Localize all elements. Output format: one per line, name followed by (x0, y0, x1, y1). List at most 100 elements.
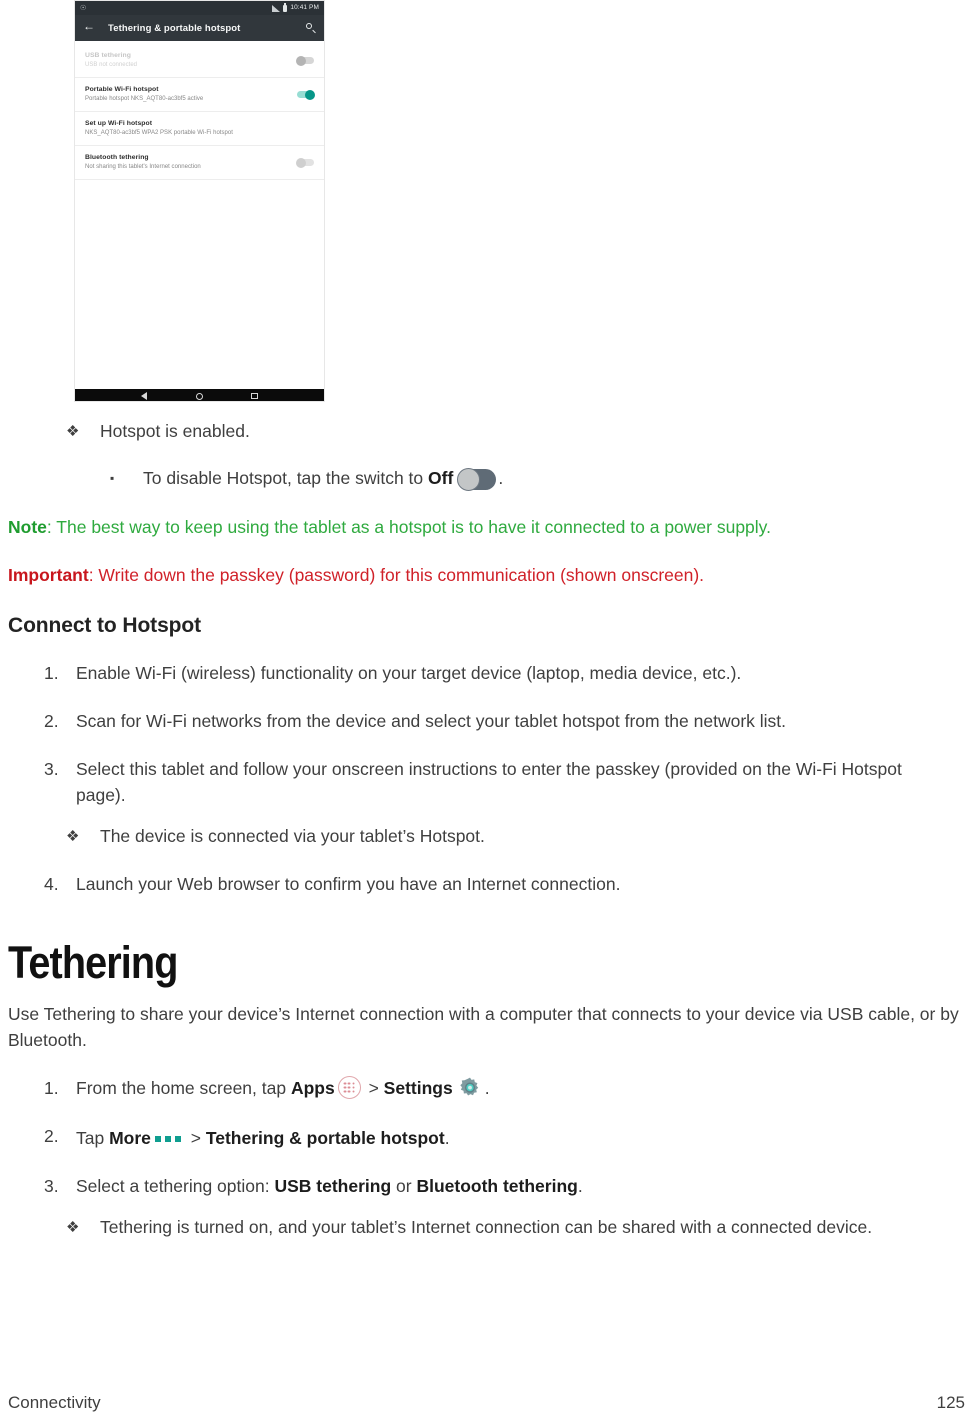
step-text: Enable Wi-Fi (wireless) functionality on… (76, 663, 742, 683)
bullet-text: To disable Hotspot, tap the switch to Of… (143, 466, 973, 491)
more-dots-icon (154, 1123, 181, 1149)
list-item-title: Set up Wi-Fi hotspot (85, 120, 153, 127)
apps-label: Apps (290, 1078, 335, 1098)
list-item-set-up-wifi-hotspot[interactable]: Set up Wi-Fi hotspot NKS_AQT80-ac3bf5 WP… (75, 112, 324, 146)
list-item-text: Portable Wi-Fi hotspot Portable hotspot … (85, 85, 289, 104)
diamond-bullet-icon: ❖ (66, 423, 80, 440)
step3-separator: or (391, 1176, 417, 1196)
tethering-steps-list: 1. From the home screen, tap Apps > Sett… (0, 1053, 973, 1199)
tethering-intro-paragraph: Use Tethering to share your device’s Int… (8, 1004, 959, 1050)
toggle-knob (296, 157, 306, 168)
step2-separator: > (185, 1128, 206, 1148)
step-text: Scan for Wi-Fi networks from the device … (76, 711, 787, 731)
list-item: 2. Scan for Wi-Fi networks from the devi… (0, 686, 973, 734)
bullet-disable-hotspot: ▪ To disable Hotspot, tap the switch to … (0, 444, 973, 491)
bullet-text: The device is connected via your tablet’… (100, 826, 485, 846)
step-number: 1. (44, 1078, 59, 1098)
note-text: : The best way to keep using the tablet … (46, 517, 771, 537)
list-item-subtitle: Portable hotspot NKS_AQT80-ac3bf5 active (85, 96, 204, 102)
footer-page-number: 125 (936, 1393, 965, 1412)
footer-section-name: Connectivity (8, 1393, 101, 1412)
toggle-bluetooth-tethering[interactable] (296, 157, 314, 168)
section-heading-connect-to-hotspot: Connect to Hotspot (8, 614, 202, 637)
device-app-bar-title: Tethering & portable hotspot (108, 22, 241, 34)
connect-steps-list-continued: 4. Launch your Web browser to confirm yo… (0, 849, 973, 897)
search-icon[interactable] (306, 23, 316, 33)
step1-part1: From the home screen, tap (76, 1078, 291, 1098)
step2-part1: Tap (76, 1128, 110, 1148)
bullet-device-connected: ❖ The device is connected via your table… (0, 808, 973, 849)
step-text: Select this tablet and follow your onscr… (76, 759, 902, 805)
note-callout: Note: The best way to keep using the tab… (0, 491, 973, 539)
document-body: ❖ Hotspot is enabled. ▪ To disable Hotsp… (0, 410, 973, 1240)
step1-tail: . (484, 1078, 490, 1098)
step-number: 2. (44, 1126, 59, 1146)
bullet-hotspot-enabled: ❖ Hotspot is enabled. (0, 410, 973, 444)
list-item-title: Portable Wi-Fi hotspot (85, 86, 159, 93)
square-bullet-icon: ▪ (110, 471, 115, 485)
toggle-off-icon (457, 468, 497, 491)
off-label: Off (428, 468, 454, 488)
toggle-usb-tethering[interactable] (296, 55, 314, 66)
step1-separator: > (363, 1078, 384, 1098)
step-number: 3. (44, 759, 59, 779)
toggle-knob (305, 89, 315, 100)
list-item-title: Bluetooth tethering (85, 154, 149, 161)
note-label: Note (8, 517, 47, 537)
bluetooth-tethering-label: Bluetooth tethering (416, 1176, 578, 1196)
step2-tail: . (444, 1128, 450, 1148)
notification-icon: ☉ (80, 4, 87, 12)
list-item: 2. Tap More > Tethering & portable hotsp… (0, 1101, 973, 1151)
list-item-usb-tethering[interactable]: USB tethering USB not connected (75, 44, 324, 78)
bullet-tethering-turned-on: ❖ Tethering is turned on, and your table… (0, 1199, 973, 1240)
more-label: More (109, 1128, 151, 1148)
device-settings-list: USB tethering USB not connected Portable… (75, 41, 324, 389)
back-arrow-icon[interactable] (83, 19, 95, 34)
toggle-knob (296, 55, 306, 66)
list-item-text: USB tethering USB not connected (85, 51, 289, 70)
nav-home-icon[interactable] (195, 392, 203, 400)
nav-recents-icon[interactable] (251, 392, 258, 400)
apps-dot-grid (343, 1082, 355, 1093)
settings-label: Settings (383, 1078, 453, 1098)
document-page: ☉ 10:41 PM Tethering & portable hotspot … (0, 0, 973, 1425)
list-item-portable-wifi-hotspot[interactable]: Portable Wi-Fi hotspot Portable hotspot … (75, 78, 324, 112)
status-bar-right: 10:41 PM (272, 3, 319, 12)
list-item-text: Bluetooth tethering Not sharing this tab… (85, 153, 289, 172)
nav-back-icon[interactable] (141, 392, 148, 400)
important-label: Important (8, 565, 89, 585)
step-number: 4. (44, 874, 59, 894)
status-bar-clock: 10:41 PM (290, 3, 319, 11)
bullet-text: Tethering is turned on, and your tablet’… (100, 1217, 873, 1237)
bullet-text: Hotspot is enabled. (100, 421, 250, 441)
important-text: : Write down the passkey (password) for … (88, 565, 705, 585)
device-screenshot-figure: ☉ 10:41 PM Tethering & portable hotspot … (74, 0, 325, 402)
list-item-title: USB tethering (85, 52, 131, 59)
disable-hotspot-prefix: To disable Hotspot, tap the switch to (143, 468, 429, 488)
step3-part1: Select a tethering option: (76, 1176, 275, 1196)
step-number: 1. (44, 663, 59, 683)
connect-steps-list: 1. Enable Wi-Fi (wireless) functionality… (0, 638, 973, 808)
tethering-hotspot-label: Tethering & portable hotspot (205, 1128, 445, 1148)
list-item-bluetooth-tethering[interactable]: Bluetooth tethering Not sharing this tab… (75, 146, 324, 180)
list-item: 3. Select this tablet and follow your on… (0, 734, 973, 808)
page-footer: Connectivity 125 (8, 1393, 965, 1413)
diamond-bullet-icon: ❖ (66, 828, 80, 845)
list-item: 1. Enable Wi-Fi (wireless) functionality… (0, 638, 973, 686)
battery-icon (283, 3, 288, 12)
apps-icon (337, 1076, 361, 1099)
step-text: Launch your Web browser to confirm you h… (76, 874, 621, 894)
toggle-portable-wifi-hotspot[interactable] (297, 89, 315, 100)
page-title: Tethering (8, 937, 178, 988)
list-item: 4. Launch your Web browser to confirm yo… (0, 849, 973, 897)
step-number: 3. (44, 1176, 59, 1196)
device-app-bar: Tethering & portable hotspot (75, 15, 324, 41)
step-text: From the home screen, tap Apps > Setting… (76, 1075, 965, 1101)
usb-tethering-label: USB tethering (274, 1176, 392, 1196)
diamond-bullet-icon: ❖ (66, 1219, 80, 1236)
list-item-subtitle: NKS_AQT80-ac3bf5 WPA2 PSK portable Wi-Fi… (85, 130, 233, 136)
list-item: 1. From the home screen, tap Apps > Sett… (0, 1053, 973, 1101)
list-item-subtitle: USB not connected (85, 62, 138, 68)
list-item-subtitle: Not sharing this tablet's Internet conne… (85, 164, 201, 170)
disable-hotspot-suffix: . (498, 468, 504, 488)
